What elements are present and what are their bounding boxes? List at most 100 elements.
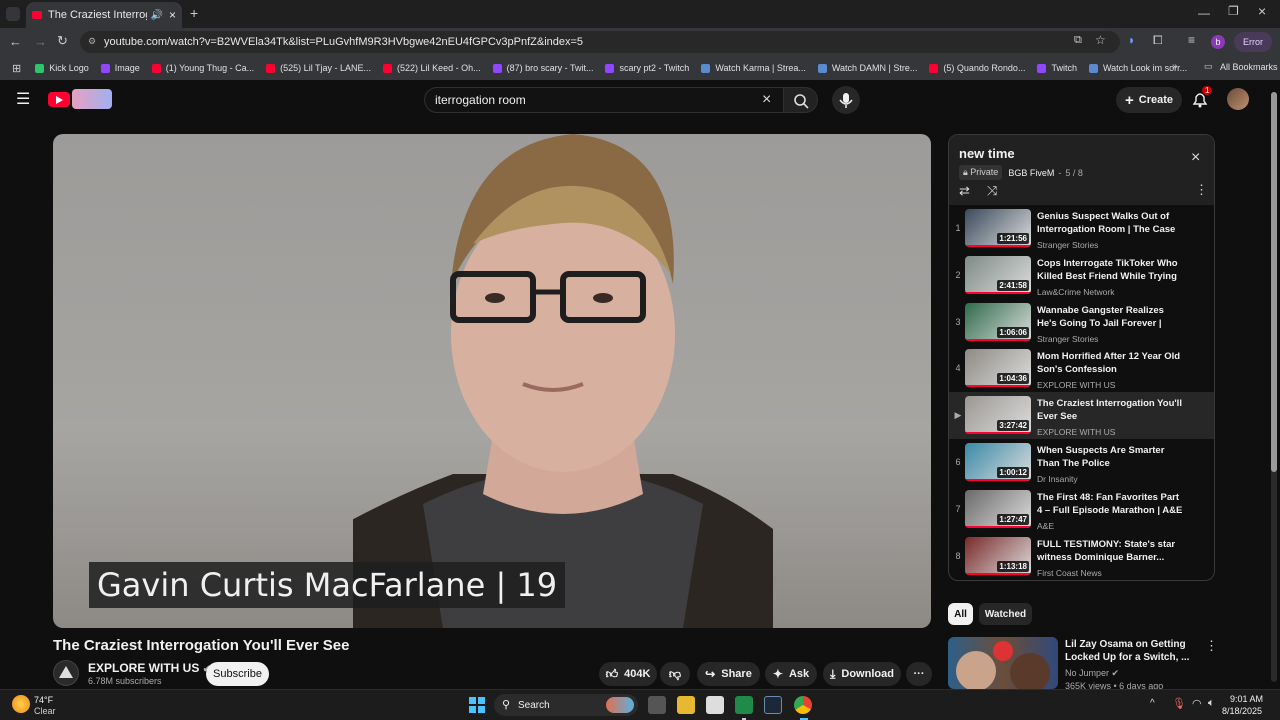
error-button[interactable]: Error bbox=[1234, 32, 1272, 52]
microphone-tray-icon[interactable]: 🎙︎ bbox=[1172, 697, 1186, 710]
playlist-item[interactable]: 8 1:13:18 FULL TESTIMONY: State's star wit… bbox=[949, 533, 1214, 580]
scrollbar-thumb[interactable] bbox=[1271, 92, 1277, 472]
video-player[interactable]: Gavin Curtis MacFarlane | 19 bbox=[53, 134, 931, 628]
playlist-menu-icon[interactable]: ⋮ bbox=[1195, 182, 1208, 198]
weather-sun-icon[interactable] bbox=[12, 695, 30, 713]
playlist-thumbnail[interactable]: 1:00:12 bbox=[965, 443, 1031, 481]
dislike-button[interactable]: 👎︎ bbox=[660, 662, 690, 686]
shuffle-icon[interactable]: ⤨ bbox=[987, 183, 997, 199]
bookmark-item[interactable]: Twitch bbox=[1037, 63, 1077, 73]
create-button[interactable]: + Create bbox=[1116, 87, 1182, 113]
share-button[interactable]: ↪ Share bbox=[697, 662, 760, 686]
playlist-thumbnail[interactable]: 1:13:18 bbox=[965, 536, 1031, 575]
address-bar[interactable]: ⚙ youtube.com/watch?v=B2WVEla34Tk&list=P… bbox=[80, 31, 1120, 53]
task-view-icon[interactable] bbox=[648, 696, 666, 714]
playlist-item[interactable]: 1 1:21:56 Genius Suspect Walks Out of Inte… bbox=[949, 205, 1214, 252]
bookmark-item[interactable]: (525) Lil Tjay - LANE... bbox=[266, 63, 371, 73]
chip-all[interactable]: All bbox=[948, 603, 973, 625]
tab-search-button[interactable] bbox=[6, 7, 20, 21]
tab-audio-icon[interactable]: 🔊 bbox=[151, 10, 163, 21]
weather-temperature[interactable]: 74°F bbox=[34, 695, 53, 705]
recommendation-thumbnail[interactable] bbox=[948, 637, 1058, 689]
extension-icon[interactable]: ◗ bbox=[1128, 33, 1135, 47]
tab-active[interactable]: The Craziest Interrogation Y 🔊 × bbox=[26, 2, 182, 28]
back-icon[interactable]: ← bbox=[9, 34, 22, 49]
new-tab-icon[interactable]: + bbox=[190, 5, 198, 21]
subscribe-button[interactable]: Subscribe bbox=[206, 662, 269, 686]
close-playlist-icon[interactable]: × bbox=[1191, 149, 1200, 167]
tray-chevron-icon[interactable]: ^ bbox=[1150, 698, 1155, 709]
reload-icon[interactable]: ↻ bbox=[57, 33, 68, 49]
notepad-icon[interactable] bbox=[706, 696, 724, 714]
windows-start-icon[interactable] bbox=[469, 697, 485, 713]
channel-avatar[interactable] bbox=[53, 660, 79, 686]
steam-icon[interactable] bbox=[764, 696, 782, 714]
weather-description[interactable]: Clear bbox=[34, 706, 56, 716]
youtube-logo-icon[interactable] bbox=[48, 92, 70, 107]
playlist-thumbnail[interactable]: 1:06:06 bbox=[965, 302, 1031, 341]
bookmark-item[interactable]: (87) bro scary - Twit... bbox=[492, 63, 593, 73]
forward-icon[interactable]: → bbox=[34, 34, 47, 49]
wifi-icon[interactable]: ◠ bbox=[1192, 697, 1202, 710]
playlist-thumbnail[interactable]: 3:27:42 bbox=[965, 396, 1031, 435]
clear-search-icon[interactable]: × bbox=[762, 91, 771, 109]
file-explorer-icon[interactable] bbox=[677, 696, 695, 714]
search-button[interactable] bbox=[784, 87, 818, 113]
install-icon[interactable]: ⧉ bbox=[1074, 34, 1082, 47]
bookmark-item[interactable]: Watch DAMN | Stre... bbox=[817, 63, 917, 73]
playlist-thumbnail[interactable]: 1:21:56 bbox=[965, 209, 1031, 247]
site-info-icon[interactable]: ⚙ bbox=[88, 36, 96, 47]
download-button[interactable]: ⤓ Download bbox=[823, 662, 901, 686]
voice-search-button[interactable] bbox=[832, 86, 860, 114]
playlist-item[interactable]: 4 1:04:36 Mom Horrified After 12 Year Old … bbox=[949, 345, 1214, 392]
doodle-logo[interactable] bbox=[72, 89, 112, 109]
extensions-puzzle-icon[interactable]: ⧠ bbox=[1153, 33, 1163, 48]
bookmark-item[interactable]: (1) Young Thug - Ca... bbox=[151, 63, 254, 73]
ask-button[interactable]: ✦ Ask bbox=[765, 662, 817, 686]
playlist-owner[interactable]: BGB FiveM bbox=[1008, 168, 1054, 178]
chrome-icon[interactable] bbox=[794, 696, 812, 714]
menu-hamburger-icon[interactable]: ☰ bbox=[16, 89, 30, 109]
clock-time[interactable]: 9:01 AM bbox=[1230, 694, 1263, 704]
recommendation-channel[interactable]: No Jumper ✔ bbox=[1065, 668, 1119, 679]
playlist-item[interactable]: ▶ 3:27:42 The Craziest Interrogation You'l… bbox=[949, 392, 1214, 440]
playlist-thumbnail[interactable]: 2:41:58 bbox=[965, 255, 1031, 294]
all-bookmarks-link[interactable]: All Bookmarks bbox=[1220, 62, 1278, 72]
page-scrollbar[interactable] bbox=[1271, 92, 1277, 682]
recommendation-title[interactable]: Lil Zay Osama on Getting Locked Up for a… bbox=[1065, 638, 1200, 664]
window-close-icon[interactable]: × bbox=[1258, 3, 1266, 19]
taskbar-search[interactable]: ⚲ Search bbox=[494, 694, 638, 716]
bookmark-item[interactable]: (522) Lil Keed - Oh... bbox=[383, 63, 481, 73]
more-bookmarks-icon[interactable]: » bbox=[1172, 61, 1178, 72]
playlist-item[interactable]: 6 1:00:12 When Suspects Are Smarter Than T… bbox=[949, 439, 1214, 486]
profile-avatar[interactable]: b bbox=[1211, 35, 1225, 49]
notifications-button[interactable]: 1 bbox=[1190, 86, 1213, 109]
account-avatar[interactable] bbox=[1227, 88, 1249, 110]
volume-icon[interactable]: 🔈︎ bbox=[1208, 697, 1215, 710]
chip-watched[interactable]: Watched bbox=[979, 603, 1032, 625]
playlist-item[interactable]: 2 2:41:58 Cops Interrogate TikToker Who Ki… bbox=[949, 252, 1214, 299]
maximize-icon[interactable]: ❐ bbox=[1228, 4, 1239, 18]
bookmark-item[interactable]: Kick Logo bbox=[35, 63, 89, 73]
playlist-thumbnail[interactable]: 1:04:36 bbox=[965, 349, 1031, 388]
bookmark-item[interactable]: scary pt2 - Twitch bbox=[605, 63, 689, 73]
channel-name[interactable]: EXPLORE WITH US ✔ bbox=[88, 661, 211, 675]
minimize-icon[interactable]: — bbox=[1198, 6, 1210, 20]
search-input[interactable]: iterrogation room × bbox=[424, 87, 784, 113]
media-control-icon[interactable]: ≡ bbox=[1188, 33, 1195, 47]
playlist-title[interactable]: new time bbox=[959, 146, 1015, 161]
bookmark-item[interactable]: Watch Karma | Strea... bbox=[701, 63, 806, 73]
bookmark-item[interactable]: (5) Quando Rondo... bbox=[929, 63, 1025, 73]
playlist-thumbnail[interactable]: 1:27:47 bbox=[965, 489, 1031, 528]
recommendation-menu-icon[interactable]: ⋮ bbox=[1205, 638, 1218, 654]
playlist-item[interactable]: 3 1:06:06 Wannabe Gangster Realizes He's G… bbox=[949, 299, 1214, 346]
tab-close-icon[interactable]: × bbox=[169, 8, 176, 22]
playlist-item[interactable]: 7 1:27:47 The First 48: Fan Favorites Part… bbox=[949, 486, 1214, 533]
bookmark-star-icon[interactable]: ☆ bbox=[1095, 33, 1106, 47]
sheets-app-icon[interactable] bbox=[735, 696, 753, 714]
clock-date[interactable]: 8/18/2025 bbox=[1222, 706, 1262, 716]
bookmark-item[interactable]: Image bbox=[100, 63, 140, 73]
like-button[interactable]: 👍︎ 404K bbox=[599, 662, 657, 686]
apps-grid-icon[interactable]: ⊞ bbox=[12, 62, 21, 75]
loop-icon[interactable]: ⇄ bbox=[959, 183, 970, 199]
